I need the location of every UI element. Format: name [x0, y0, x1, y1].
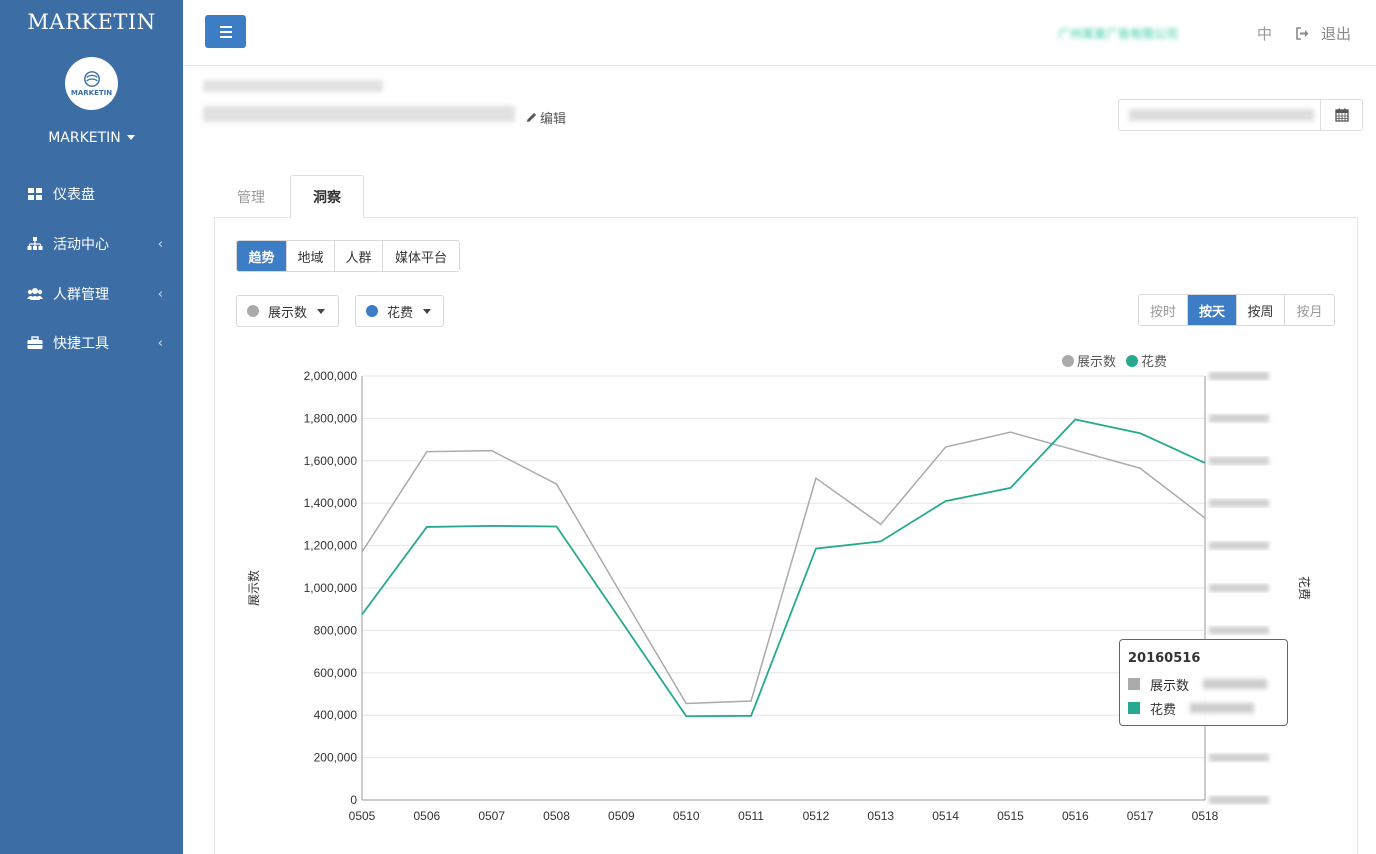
tooltip-label: 展示数	[1150, 678, 1190, 694]
legend-item-impressions[interactable]: 展示数	[1062, 351, 1116, 370]
view-tab-region[interactable]: 地域	[287, 241, 335, 271]
caret-down-icon	[317, 308, 326, 314]
hamburger-icon-bar	[219, 35, 232, 38]
hamburger-icon-bar	[219, 25, 232, 28]
sidebar-item-tools[interactable]: 快捷工具 ‹	[0, 328, 183, 358]
logo-caption: MARKETIN	[70, 89, 113, 97]
granularity-month[interactable]: 按月	[1285, 295, 1334, 325]
date-range-picker[interactable]	[1118, 99, 1363, 131]
campaign-id-redacted	[203, 80, 383, 92]
menu-toggle-button[interactable]	[205, 15, 246, 48]
tooltip-row: 花费	[1128, 696, 1279, 720]
brand-logo-text: MARKETIN	[27, 10, 156, 34]
tooltip-row: 展示数	[1128, 672, 1279, 696]
right-metric-dropdown[interactable]: 花费	[355, 295, 444, 327]
sidebar-item-label: 快捷工具	[53, 336, 109, 352]
left-metric-value: 展示数	[268, 305, 308, 321]
legend-dot-icon	[1126, 354, 1139, 367]
globe-icon	[83, 71, 100, 87]
caret-down-icon	[126, 135, 135, 140]
sidebar-item-campaigns[interactable]: 活动中心 ‹	[0, 229, 183, 259]
company-logo: MARKETIN	[65, 57, 118, 110]
logout-label: 退出	[1321, 25, 1352, 43]
sidebar-item-label: 人群管理	[53, 287, 109, 303]
top-header: 广州某某广告有限公司 中 退出	[183, 0, 1376, 66]
hamburger-icon-bar	[219, 30, 232, 33]
sidebar-item-label: 仪表盘	[53, 187, 95, 203]
chart-legend: 展示数 花费	[1062, 351, 1177, 370]
campaign-name-redacted	[203, 106, 515, 122]
view-tab-group: 趋势 地域 人群 媒体平台	[236, 240, 460, 272]
tab-manage[interactable]: 管理	[214, 175, 288, 218]
chart-tooltip: 20160516 展示数 花费	[1119, 639, 1288, 726]
tooltip-swatch	[1128, 678, 1140, 690]
tab-insight[interactable]: 洞察	[290, 175, 364, 218]
granularity-day[interactable]: 按天	[1188, 295, 1237, 325]
sidebar: MARKETIN MARKETIN MARKETIN 仪表盘 活动中心 ‹ 人群…	[0, 0, 183, 854]
company-name: 广州某某广告有限公司	[1058, 27, 1179, 41]
calendar-icon	[1334, 108, 1349, 122]
sidebar-item-audience[interactable]: 人群管理 ‹	[0, 279, 183, 309]
granularity-hour[interactable]: 按时	[1139, 295, 1188, 325]
legend-item-spend[interactable]: 花费	[1126, 351, 1167, 370]
chevron-left-icon: ‹	[157, 335, 163, 351]
granularity-group: 按时 按天 按周 按月	[1138, 294, 1335, 326]
blue-dot-icon	[366, 305, 378, 317]
right-metric-value: 花费	[387, 305, 414, 321]
caret-down-icon	[423, 308, 432, 314]
tooltip-label: 花费	[1150, 702, 1177, 718]
tooltip-swatch	[1128, 702, 1140, 714]
tooltip-title: 20160516	[1128, 651, 1201, 666]
sidebar-item-dashboard[interactable]: 仪表盘	[0, 179, 183, 209]
date-range-value-redacted	[1129, 109, 1314, 121]
view-tab-media[interactable]: 媒体平台	[383, 241, 459, 271]
logout-link[interactable]: 退出	[1296, 23, 1351, 44]
legend-dot-icon	[1062, 354, 1074, 367]
dashboard-icon	[28, 188, 42, 200]
edit-campaign-link[interactable]: 编辑	[526, 108, 566, 127]
calendar-button[interactable]	[1320, 100, 1362, 130]
view-tab-trend[interactable]: 趋势	[237, 241, 287, 271]
legend-label: 花费	[1141, 355, 1168, 370]
tooltip-value-redacted	[1190, 703, 1255, 713]
left-metric-dropdown[interactable]: 展示数	[236, 295, 339, 327]
sidebar-item-label: 活动中心	[53, 237, 109, 253]
legend-label: 展示数	[1077, 355, 1117, 370]
view-tab-audience[interactable]: 人群	[335, 241, 383, 271]
gray-dot-icon	[247, 305, 259, 317]
chevron-left-icon: ‹	[157, 236, 163, 252]
user-dropdown[interactable]: MARKETIN	[0, 130, 183, 146]
briefcase-icon	[27, 336, 43, 349]
sitemap-icon	[27, 237, 43, 250]
users-icon	[27, 288, 43, 300]
user-name: MARKETIN	[48, 130, 121, 146]
pencil-icon	[527, 113, 536, 122]
chevron-left-icon: ‹	[157, 286, 163, 302]
granularity-week[interactable]: 按周	[1237, 295, 1285, 325]
language-switch[interactable]: 中	[1257, 23, 1272, 44]
tooltip-value-redacted	[1203, 679, 1268, 689]
sign-out-icon	[1296, 27, 1309, 40]
edit-label: 编辑	[540, 112, 567, 127]
